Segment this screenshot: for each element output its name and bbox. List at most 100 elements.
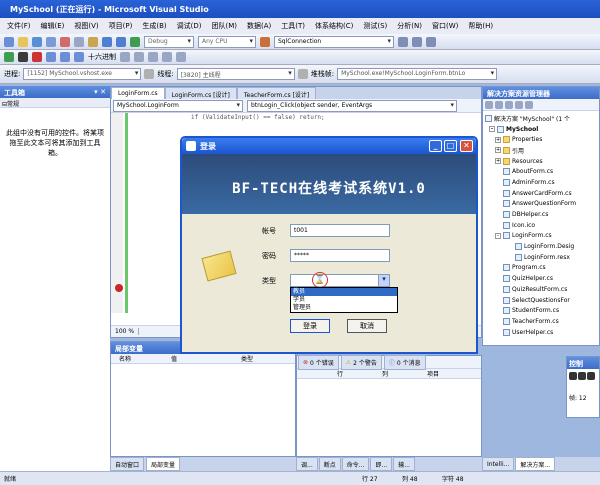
open-file-icon[interactable] xyxy=(18,36,28,47)
windows-icon[interactable] xyxy=(120,52,130,62)
dropdown-arrow-icon[interactable]: ▾ xyxy=(378,275,389,286)
project-node[interactable]: - MySchool xyxy=(485,124,597,135)
comment-icon[interactable] xyxy=(148,52,158,62)
solution-item[interactable]: + Resources xyxy=(485,156,597,167)
bottom-right-tab-4[interactable]: 输... xyxy=(393,457,415,471)
menu-item-3[interactable]: 项目(P) xyxy=(104,21,138,31)
menu-item-0[interactable]: 文件(F) xyxy=(2,21,36,31)
intellitrace-tab[interactable]: Intelli... xyxy=(482,457,515,471)
process-combo[interactable]: [1152] MySchool.vshost.exe xyxy=(23,68,142,80)
menu-item-11[interactable]: 分析(N) xyxy=(392,21,427,31)
solution-item[interactable]: Icon.ico xyxy=(485,220,597,231)
pin-icon[interactable]: ▾ ✕ xyxy=(94,88,106,96)
bottom-right-tab-1[interactable]: 断点 xyxy=(318,457,341,471)
flag-icon[interactable] xyxy=(297,69,308,79)
bottom-tab-0[interactable]: 自动窗口 xyxy=(110,457,145,471)
menu-item-5[interactable]: 调试(D) xyxy=(172,21,207,31)
bookmark-icon[interactable] xyxy=(176,52,186,62)
account-input[interactable]: t001 xyxy=(290,224,390,237)
cancel-button[interactable]: 取消 xyxy=(347,319,387,333)
locals-col-value[interactable]: 值 xyxy=(171,354,241,363)
hex-button[interactable]: 十六进制 xyxy=(88,52,116,62)
solution-item[interactable]: +AboutForm.cs xyxy=(485,166,597,177)
breakpoints-icon[interactable] xyxy=(134,52,144,62)
menu-item-6[interactable]: 团队(M) xyxy=(206,21,242,31)
locals-col-type[interactable]: 类型 xyxy=(241,354,253,363)
refresh-icon[interactable] xyxy=(505,101,513,109)
properties-icon[interactable] xyxy=(485,101,493,109)
stack-combo[interactable]: MySchool.exe!MySchool.LoginForm.btnLo xyxy=(337,68,498,80)
solution-item[interactable]: QuizHelper.cs xyxy=(485,273,597,284)
solution-item[interactable]: UserHelper.cs xyxy=(485,327,597,338)
type-select[interactable]: ▾ xyxy=(290,274,390,287)
editor-tab-1[interactable]: LoginForm.cs [设计] xyxy=(164,87,237,99)
step-out-icon[interactable] xyxy=(74,52,84,62)
toolbox-group[interactable]: ⊟常规 xyxy=(0,98,110,108)
solution-item[interactable]: SelectQuestionsFor xyxy=(485,295,597,306)
error-col-line[interactable]: 行 xyxy=(337,369,382,378)
locals-col-name[interactable]: 名称 xyxy=(111,354,171,363)
solution-item[interactable]: LoginForm.Desig xyxy=(485,241,597,252)
menu-item-10[interactable]: 测试(S) xyxy=(358,21,392,31)
bottom-right-tab-0[interactable]: 调... xyxy=(296,457,318,471)
record-icon[interactable] xyxy=(578,372,586,380)
menu-item-13[interactable]: 帮助(H) xyxy=(463,21,498,31)
cut-icon[interactable] xyxy=(60,36,70,47)
type-option[interactable]: 管理员 xyxy=(291,304,397,312)
save-all-icon[interactable] xyxy=(46,36,56,47)
config-combo[interactable]: Debug xyxy=(144,35,194,48)
stop-icon[interactable] xyxy=(587,372,595,380)
editor-tab-0[interactable]: LoginForm.cs xyxy=(111,87,165,99)
password-input[interactable]: ***** xyxy=(290,249,390,262)
login-button[interactable]: 登录 xyxy=(290,319,330,333)
bottom-tab-1[interactable]: 局部变量 xyxy=(146,457,181,471)
type-option[interactable]: 学员 xyxy=(291,296,397,304)
solution-item[interactable]: AnswerQuestionForm xyxy=(485,199,597,210)
show-all-files-icon[interactable] xyxy=(495,101,503,109)
warnings-filter[interactable]: ⚠ 2 个警告 xyxy=(340,354,382,370)
close-icon[interactable]: ✕ xyxy=(460,140,473,152)
solution-item[interactable]: QuizResultForm.cs xyxy=(485,284,597,295)
messages-filter[interactable]: ⓘ 0 个消息 xyxy=(383,354,426,370)
pause-icon[interactable] xyxy=(18,52,28,62)
solution-item[interactable]: TeacherForm.cs xyxy=(485,316,597,327)
minimize-icon[interactable]: _ xyxy=(429,140,442,152)
new-project-icon[interactable] xyxy=(4,36,14,47)
copy-icon[interactable] xyxy=(74,36,84,47)
uncomment-icon[interactable] xyxy=(162,52,172,62)
solution-item[interactable]: + 引用 xyxy=(485,145,597,156)
menu-item-7[interactable]: 数据(A) xyxy=(242,21,276,31)
maximize-icon[interactable]: □ xyxy=(444,140,457,152)
platform-combo[interactable]: Any CPU xyxy=(198,35,256,48)
zoom-level[interactable]: 100 % xyxy=(111,328,140,335)
solution-item[interactable]: Program.cs xyxy=(485,263,597,274)
breakpoint-icon[interactable] xyxy=(115,284,123,292)
undo-icon[interactable] xyxy=(102,36,112,47)
play-icon[interactable] xyxy=(569,372,577,380)
class-combo[interactable]: MySchool.LoginForm xyxy=(113,100,243,112)
menu-item-4[interactable]: 生成(B) xyxy=(137,21,171,31)
error-col-project[interactable]: 项目 xyxy=(427,369,439,378)
menu-item-8[interactable]: 工具(T) xyxy=(276,21,310,31)
paste-icon[interactable] xyxy=(88,36,98,47)
menu-item-1[interactable]: 编辑(E) xyxy=(36,21,70,31)
toolbox-icon[interactable] xyxy=(426,36,436,47)
menu-item-9[interactable]: 体系结构(C) xyxy=(310,21,358,31)
solution-explorer-tab[interactable]: 解决方案... xyxy=(515,457,556,471)
editor-tab-2[interactable]: TeacherForm.cs [设计] xyxy=(236,87,317,99)
solution-item[interactable]: DBHelper.cs xyxy=(485,209,597,220)
error-col-column[interactable]: 列 xyxy=(382,369,427,378)
solution-item[interactable]: StudentForm.cs xyxy=(485,305,597,316)
menu-item-2[interactable]: 视图(V) xyxy=(69,21,103,31)
suspend-icon[interactable] xyxy=(144,69,155,79)
method-combo[interactable]: btnLogin_Click(object sender, EventArgs xyxy=(247,100,457,112)
continue-icon[interactable] xyxy=(130,36,140,47)
type-option[interactable]: 教员 xyxy=(291,288,397,296)
solution-explorer-icon[interactable] xyxy=(398,36,408,47)
solution-node[interactable]: 解决方案 "MySchool" (1 个 xyxy=(485,113,597,124)
save-icon[interactable] xyxy=(32,36,42,47)
thread-combo[interactable]: [3820] 主线程 xyxy=(176,68,295,80)
find-combo[interactable]: SqlConnection xyxy=(274,35,394,48)
view-designer-icon[interactable] xyxy=(525,101,533,109)
properties-icon[interactable] xyxy=(412,36,422,47)
